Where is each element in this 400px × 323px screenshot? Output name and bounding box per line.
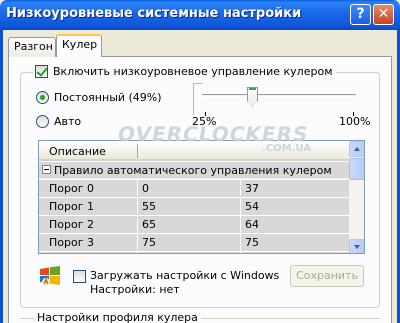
threshold-name: Порог 3	[49, 236, 94, 249]
table-row[interactable]: Порог 0 0 37	[39, 180, 349, 197]
load-with-windows-label: Загружать настройки с Windows	[90, 269, 280, 282]
table-row[interactable]: Порог 2 65 64	[39, 216, 349, 233]
group-row-label: Правило автоматического управления кулер…	[54, 164, 332, 177]
settings-status: Настройки: нет	[90, 283, 180, 296]
column-header-description[interactable]: Описание	[49, 145, 106, 158]
table-cell-background	[138, 180, 240, 197]
scroll-up-button[interactable]	[349, 141, 364, 157]
save-button[interactable]: Сохранить	[290, 265, 364, 287]
slider-frame	[193, 83, 203, 115]
table-cell-background	[39, 252, 137, 253]
enable-fan-control-label: Включить низкоуровневое управление кулер…	[53, 65, 333, 78]
threshold-temperature: 0	[142, 182, 149, 195]
threshold-temperature: 55	[142, 200, 156, 213]
threshold-name: Порог 2	[49, 218, 94, 231]
threshold-temperature: 75	[142, 236, 156, 249]
load-with-windows-checkbox[interactable]	[73, 270, 86, 283]
window-title: Низкоуровневые системные настройки	[6, 6, 302, 21]
table-row[interactable]: Порог 1 55 54	[39, 198, 349, 215]
tab-cooler[interactable]: Кулер	[56, 34, 102, 57]
slider-max-label: 100%	[339, 115, 371, 128]
scroll-thumb[interactable]	[349, 158, 364, 180]
window-frame-left	[0, 30, 3, 323]
threshold-fan-speed: 64	[245, 218, 259, 231]
threshold-fan-speed: 75	[245, 236, 259, 249]
column-separator[interactable]	[137, 144, 138, 158]
threshold-temperature: 65	[142, 218, 156, 231]
fan-rules-table[interactable]: Описание Правило автоматического управле…	[38, 140, 365, 254]
tab-overclock[interactable]: Разгон	[8, 37, 56, 57]
threshold-fan-speed: 37	[245, 182, 259, 195]
close-button[interactable]: ✕	[373, 4, 394, 25]
table-cell-background	[138, 252, 240, 253]
threshold-name: Порог 1	[49, 200, 94, 213]
collapse-icon[interactable]	[42, 165, 51, 174]
enable-fan-control-row[interactable]: Включить низкоуровневое управление кулер…	[33, 65, 336, 78]
constant-mode-label: Постоянный (49%)	[54, 91, 162, 104]
scroll-down-button[interactable]	[349, 239, 364, 253]
auto-mode-radio[interactable]	[36, 115, 49, 128]
table-row[interactable]: Порог 48081	[39, 252, 349, 253]
table-group-row[interactable]: Правило автоматического управления кулер…	[39, 162, 349, 179]
constant-mode-radio[interactable]	[36, 91, 49, 104]
table-row[interactable]: Порог 3 75 75	[39, 234, 349, 251]
title-bar: Низкоуровневые системные настройки ? ✕	[0, 0, 400, 30]
table-vertical-scrollbar[interactable]	[349, 141, 364, 253]
enable-fan-control-checkbox[interactable]	[35, 65, 48, 78]
table-cell-background	[241, 252, 349, 253]
auto-mode-label: Авто	[54, 115, 82, 128]
windows-logo-icon	[40, 266, 60, 286]
threshold-fan-speed: 54	[245, 200, 259, 213]
watermark-domain: .COM.UA	[262, 143, 311, 154]
threshold-name: Порог 0	[49, 182, 94, 195]
fan-profile-group-legend: Настройки профиля кулера	[34, 311, 201, 323]
fan-speed-slider-track[interactable]	[202, 94, 356, 97]
help-button[interactable]: ?	[350, 4, 371, 25]
